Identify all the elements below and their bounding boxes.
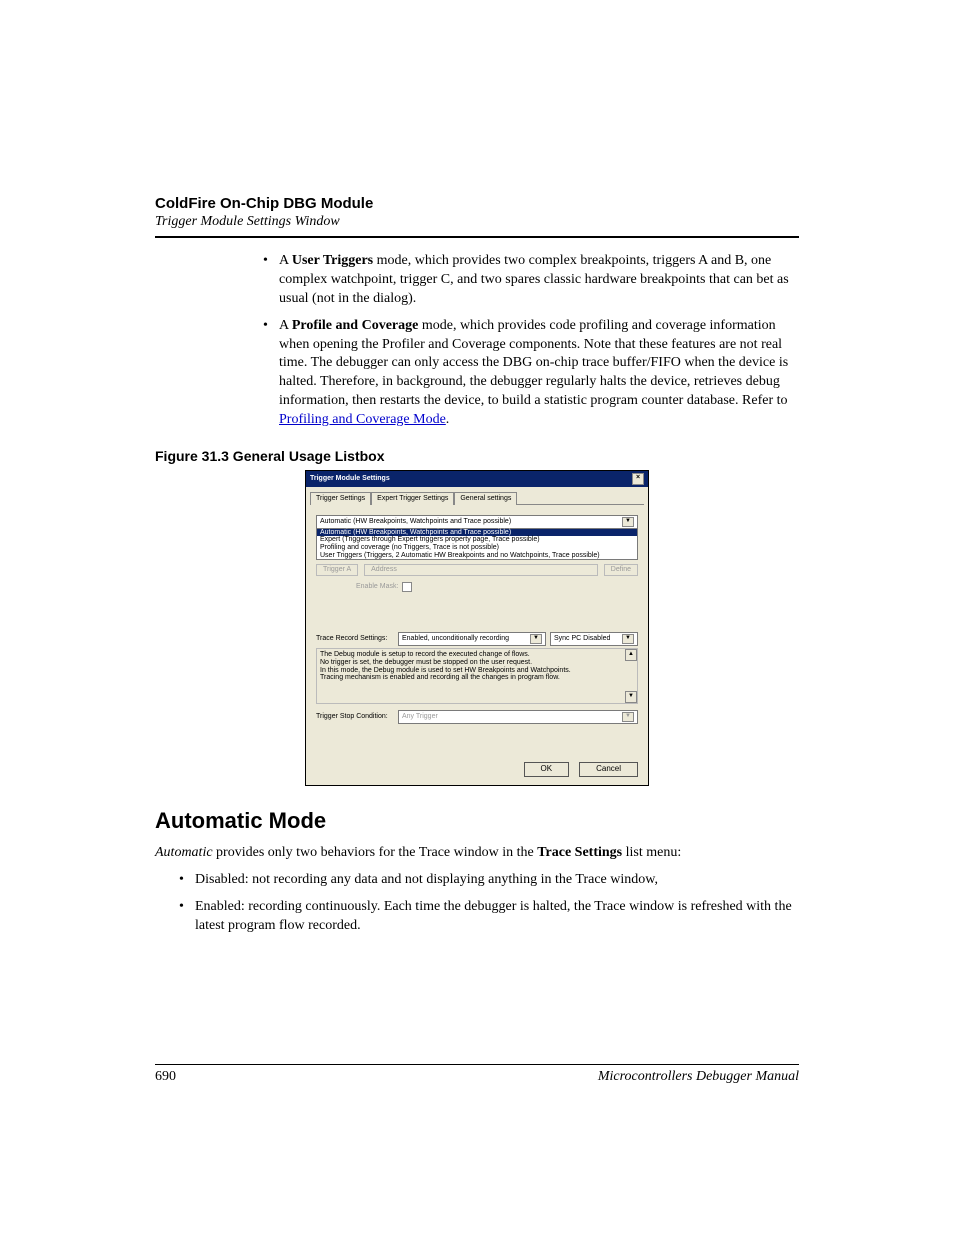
footer-rule <box>155 1064 799 1065</box>
mode-combobox[interactable]: Automatic (HW Breakpoints, Watchpoints a… <box>316 515 638 529</box>
text: Enabled: recording continuously. Each ti… <box>195 899 792 933</box>
manual-title: Microcontrollers Debugger Manual <box>598 1069 799 1085</box>
section-body: Automatic Mode Automatic provides only t… <box>263 808 799 936</box>
trace-record-row: Trace Record Settings: Enabled, uncondit… <box>316 632 638 646</box>
trigger-a-button: Trigger A <box>316 564 358 576</box>
trigger-stop-combobox: Any Trigger ▼ <box>398 710 638 724</box>
mode-combobox-value: Automatic (HW Breakpoints, Watchpoints a… <box>320 518 511 526</box>
header-rule <box>155 236 799 238</box>
chevron-down-icon: ▼ <box>622 712 634 722</box>
page-footer: 690 Microcontrollers Debugger Manual <box>155 1064 799 1085</box>
text-bold: Profile and Coverage <box>292 318 419 333</box>
text: In this mode, the Debug module is used t… <box>320 667 634 675</box>
scroll-down-icon[interactable]: ▼ <box>625 691 637 703</box>
text-bold: Trace Settings <box>537 845 622 860</box>
enable-mask-label: Enable Mask: <box>356 583 398 591</box>
bullet-list-top: A User Triggers mode, which provides two… <box>263 252 799 430</box>
list-item[interactable]: Automatic (HW Breakpoints, Watchpoints a… <box>317 529 637 537</box>
list-item: Enabled: recording continuously. Each ti… <box>179 898 799 936</box>
close-icon[interactable]: × <box>632 473 644 485</box>
trigger-module-settings-dialog: Trigger Module Settings × Trigger Settin… <box>305 470 649 786</box>
disabled-trigger-row: Trigger A Address Define <box>316 564 638 576</box>
figure-caption: Figure 31.3 General Usage Listbox <box>155 448 799 464</box>
cancel-button[interactable]: Cancel <box>579 762 638 777</box>
text: The Debug module is setup to record the … <box>320 651 634 659</box>
chevron-down-icon[interactable]: ▼ <box>530 634 542 644</box>
trigger-stop-value: Any Trigger <box>402 713 438 721</box>
list-item[interactable]: Expert (Triggers through Expert triggers… <box>317 536 637 544</box>
section-heading: Automatic Mode <box>155 808 799 834</box>
define-button: Define <box>604 564 638 576</box>
ok-button[interactable]: OK <box>524 762 570 777</box>
address-field: Address <box>364 564 598 576</box>
bullet-list-bottom: Disabled: not recording any data and not… <box>179 871 799 936</box>
text: . <box>446 412 450 427</box>
dialog-body: Automatic (HW Breakpoints, Watchpoints a… <box>306 505 648 754</box>
dialog-tabstrip: Trigger Settings Expert Trigger Settings… <box>310 491 644 504</box>
text-italic: Automatic <box>155 845 213 860</box>
chevron-down-icon[interactable]: ▼ <box>622 634 634 644</box>
text: Tracing mechanism is enabled and recordi… <box>320 674 634 682</box>
sync-pc-value: Sync PC Disabled <box>554 635 610 643</box>
text: A <box>279 318 292 333</box>
trace-record-value: Enabled, unconditionally recording <box>402 635 509 643</box>
trigger-stop-row: Trigger Stop Condition: Any Trigger ▼ <box>316 710 638 724</box>
chevron-down-icon[interactable]: ▼ <box>622 517 634 527</box>
list-item: A Profile and Coverage mode, which provi… <box>263 317 799 430</box>
list-item: A User Triggers mode, which provides two… <box>263 252 799 309</box>
section-paragraph: Automatic provides only two behaviors fo… <box>155 844 799 863</box>
body-text: A User Triggers mode, which provides two… <box>263 252 799 430</box>
enable-mask-row: Enable Mask: <box>356 582 638 592</box>
list-item: Disabled: not recording any data and not… <box>179 871 799 890</box>
page-number: 690 <box>155 1069 176 1085</box>
section-subtitle: Trigger Module Settings Window <box>155 214 799 230</box>
list-item[interactable]: User Triggers (Triggers, 2 Automatic HW … <box>317 552 637 560</box>
text: Disabled: not recording any data and not… <box>195 872 658 887</box>
dialog-title-text: Trigger Module Settings <box>310 475 390 483</box>
trace-record-label: Trace Record Settings: <box>316 635 394 643</box>
sync-pc-combobox[interactable]: Sync PC Disabled ▼ <box>550 632 638 646</box>
tab-expert-trigger-settings[interactable]: Expert Trigger Settings <box>371 492 454 505</box>
figure-screenshot: Trigger Module Settings × Trigger Settin… <box>155 470 799 786</box>
trigger-stop-label: Trigger Stop Condition: <box>316 713 394 721</box>
text: A <box>279 253 292 268</box>
page-header: ColdFire On-Chip DBG Module Trigger Modu… <box>155 195 799 238</box>
text-bold: User Triggers <box>292 253 373 268</box>
text: list menu: <box>622 845 681 860</box>
cross-reference-link[interactable]: Profiling and Coverage Mode <box>279 412 446 427</box>
enable-mask-checkbox <box>402 582 412 592</box>
tab-general-settings[interactable]: General settings <box>454 492 517 505</box>
text: No trigger is set, the debugger must be … <box>320 659 634 667</box>
trace-record-combobox[interactable]: Enabled, unconditionally recording ▼ <box>398 632 546 646</box>
text: provides only two behaviors for the Trac… <box>213 845 538 860</box>
chapter-title: ColdFire On-Chip DBG Module <box>155 195 799 212</box>
tab-trigger-settings[interactable]: Trigger Settings <box>310 492 371 505</box>
description-pane: The Debug module is setup to record the … <box>316 648 638 704</box>
mode-listbox[interactable]: Automatic (HW Breakpoints, Watchpoints a… <box>316 529 638 561</box>
scroll-up-icon[interactable]: ▲ <box>625 649 637 661</box>
list-item[interactable]: Profiling and coverage (no Triggers, Tra… <box>317 544 637 552</box>
dialog-titlebar: Trigger Module Settings × <box>306 471 648 487</box>
dialog-button-row: OK Cancel <box>306 754 648 785</box>
